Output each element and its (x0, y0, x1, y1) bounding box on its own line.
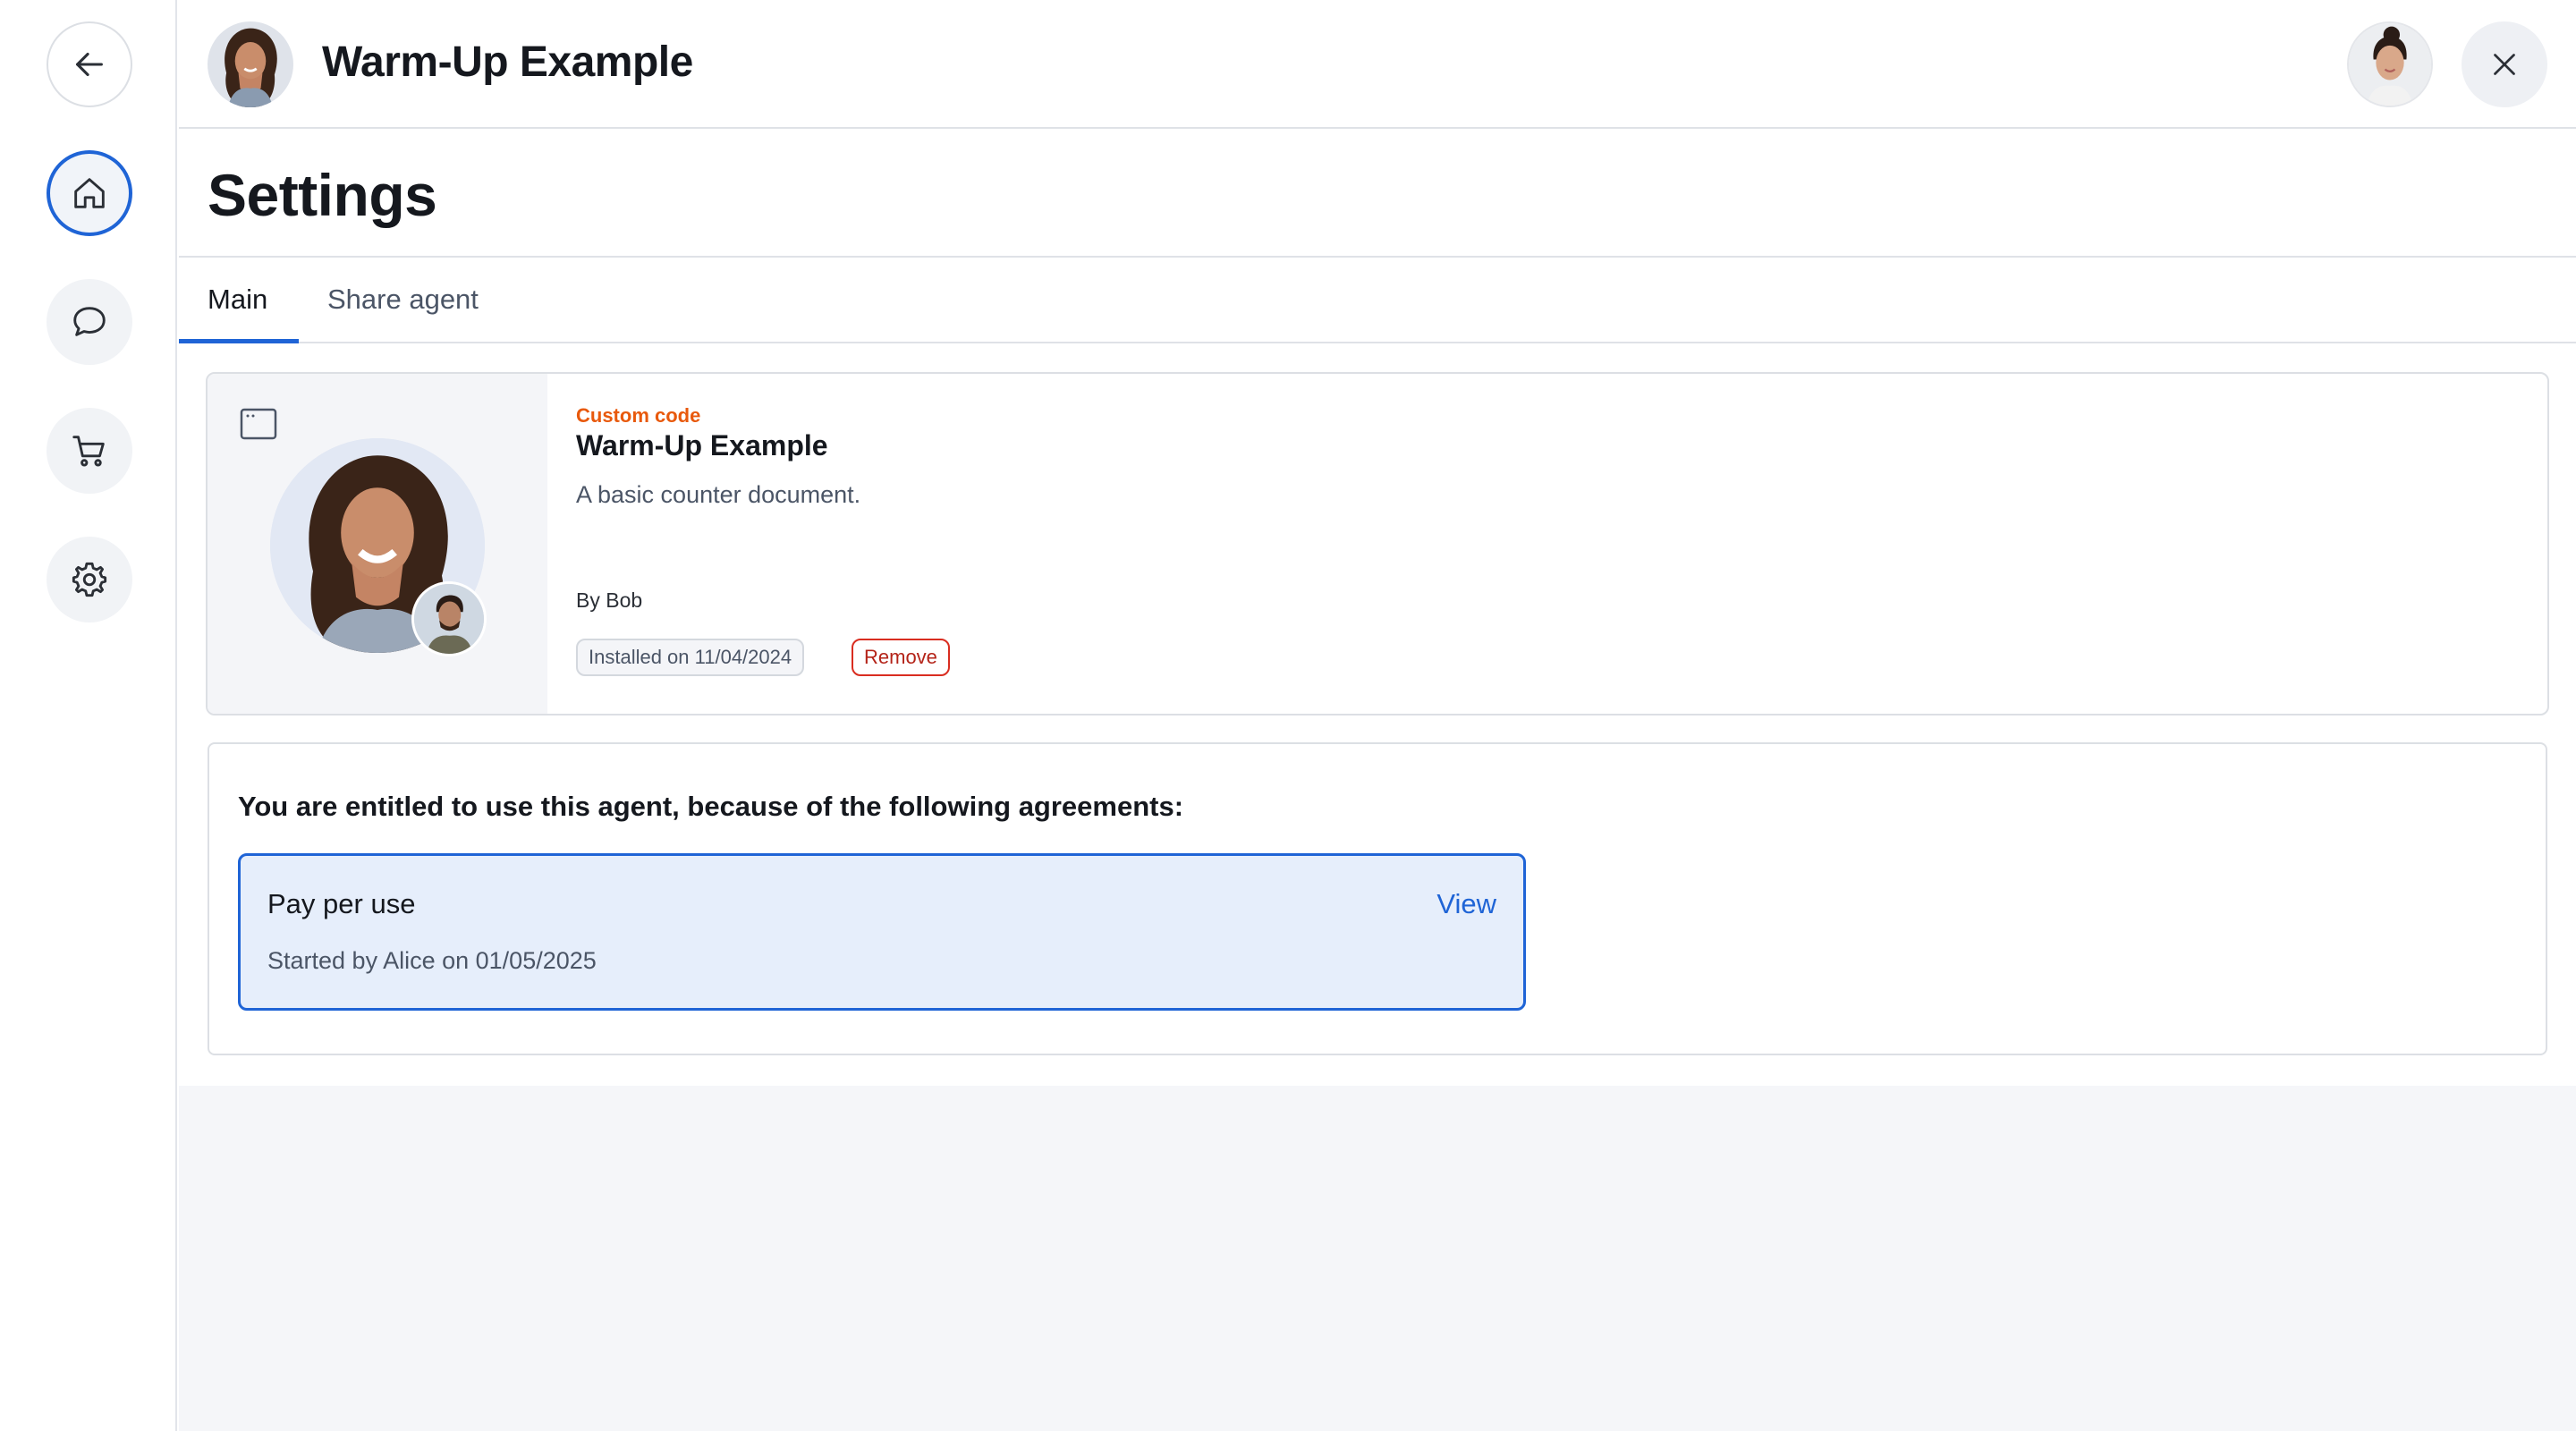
main-area: Warm-Up Example Settings Main Share agen… (179, 0, 2576, 1431)
cart-icon (72, 436, 105, 467)
sidebar-item-store[interactable] (47, 408, 132, 494)
agent-type-label: Custom code (576, 404, 701, 427)
back-button[interactable] (47, 21, 132, 107)
page-title-bar: Settings (179, 129, 2576, 258)
agent-card: Custom code Warm-Up Example A basic coun… (206, 372, 2549, 716)
arrow-left-icon (76, 52, 103, 77)
tab-bar: Main Share agent (179, 259, 2576, 343)
user-avatar[interactable] (2347, 21, 2433, 107)
entitlements-heading: You are entitled to use this agent, beca… (238, 791, 1184, 822)
agent-name: Warm-Up Example (576, 429, 828, 461)
home-icon (74, 178, 105, 208)
sidebar-item-home[interactable] (47, 150, 132, 236)
tab-share-agent[interactable]: Share agent (299, 259, 507, 343)
view-agreement-link[interactable]: View (1436, 888, 1496, 920)
chat-icon (73, 307, 106, 336)
author-avatar (411, 581, 487, 656)
close-button[interactable] (2462, 21, 2547, 107)
page-title: Settings (208, 162, 437, 228)
agreement-meta: Started by Alice on 01/05/2025 (267, 947, 597, 974)
close-icon (2494, 54, 2515, 75)
gear-icon (72, 562, 107, 597)
woman-portrait-image (208, 21, 293, 107)
sidebar-item-chat[interactable] (47, 279, 132, 365)
tab-main[interactable]: Main (179, 259, 299, 343)
app-root: Warm-Up Example Settings Main Share agen… (0, 0, 2576, 1431)
entitlements-card: You are entitled to use this agent, beca… (208, 742, 2547, 1055)
agent-media (208, 374, 547, 714)
top-bar: Warm-Up Example (179, 0, 2576, 129)
agent-description: A basic counter document. (576, 481, 861, 508)
agent-avatar (208, 21, 293, 107)
sidebar-item-settings[interactable] (47, 537, 132, 622)
man-portrait-image (414, 584, 484, 654)
agreement-item[interactable]: Pay per use View Started by Alice on 01/… (238, 853, 1526, 1011)
agent-author: By Bob (576, 588, 643, 612)
remove-button[interactable]: Remove (852, 639, 950, 676)
sidebar (0, 0, 177, 1431)
settings-panel: Settings Main Share agent Custom code Wa… (179, 129, 2576, 1086)
installed-badge: Installed on 11/04/2024 (576, 639, 805, 676)
window-icon (240, 408, 277, 440)
app-title: Warm-Up Example (322, 38, 693, 86)
user-portrait-image (2349, 23, 2431, 106)
agreement-name: Pay per use (267, 888, 416, 919)
